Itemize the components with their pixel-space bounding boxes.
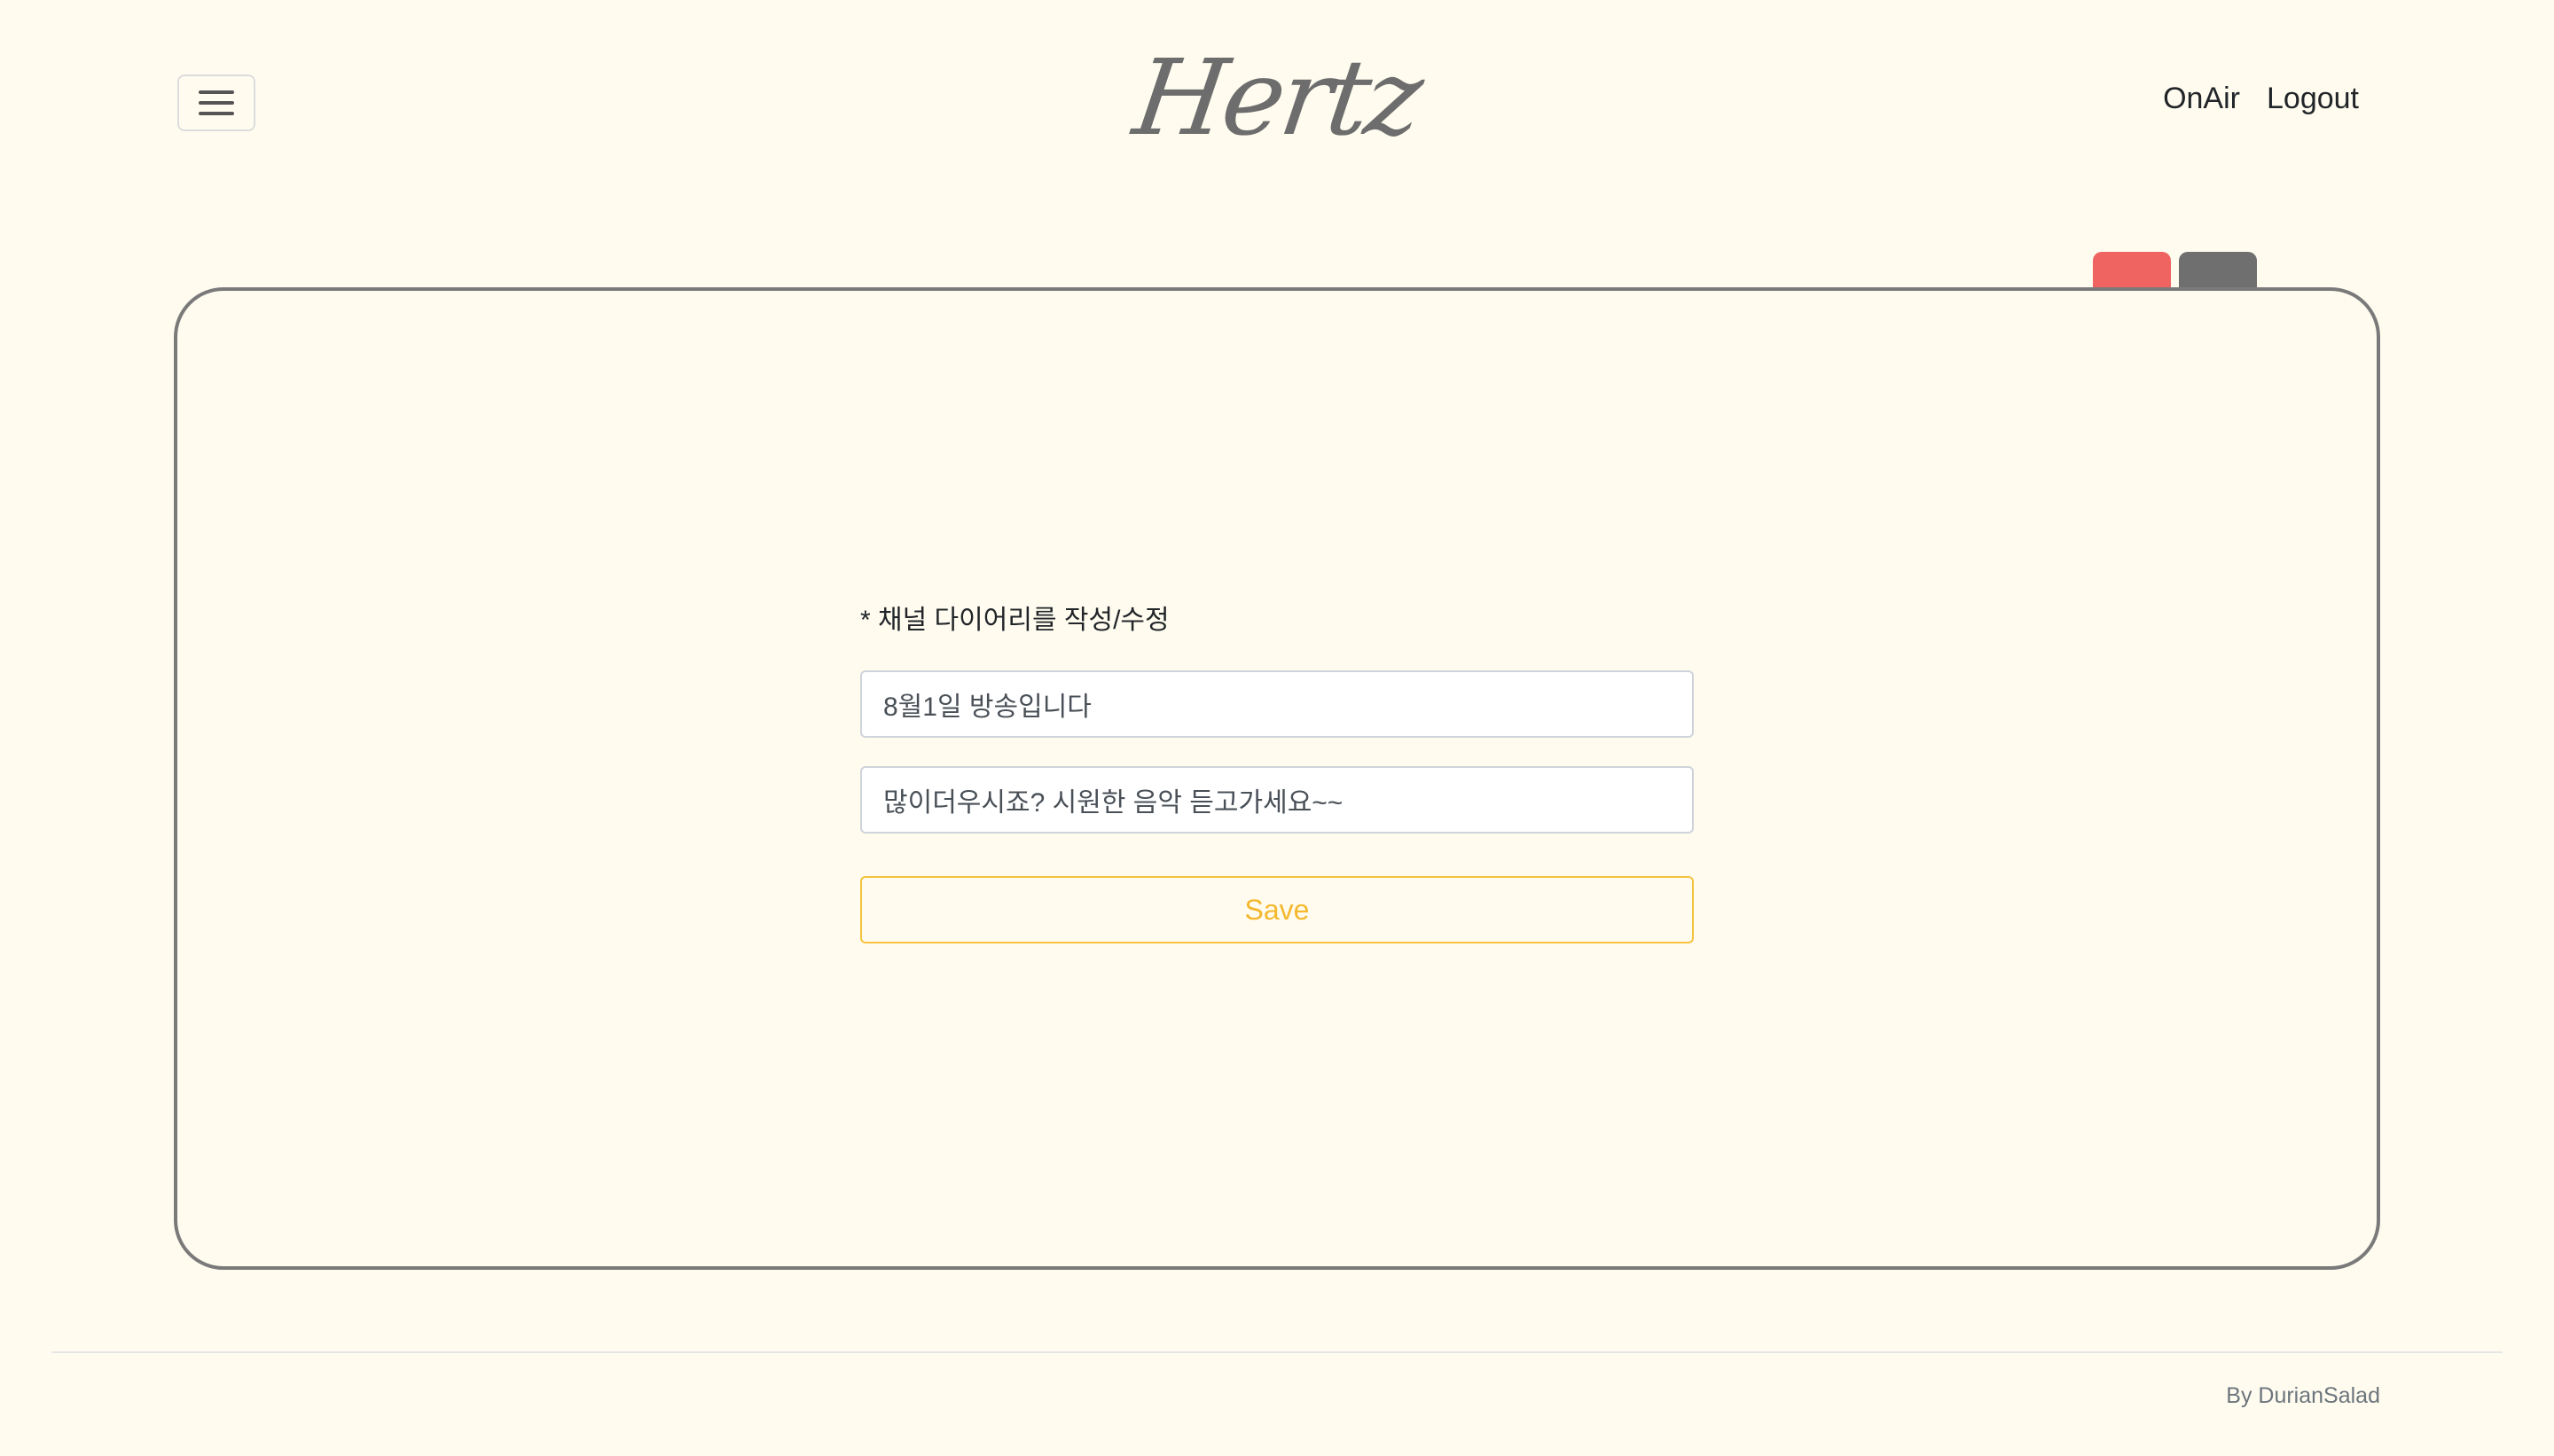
diary-form: * 채널 다이어리를 작성/수정 Save xyxy=(860,596,1694,943)
logo[interactable]: Hertz xyxy=(1127,35,1427,160)
save-button[interactable]: Save xyxy=(860,876,1694,943)
diary-title-input[interactable] xyxy=(860,670,1694,738)
menu-button[interactable] xyxy=(177,74,255,131)
logout-link[interactable]: Logout xyxy=(2267,82,2359,116)
footer-divider xyxy=(51,1351,2503,1353)
diary-content-input[interactable] xyxy=(860,766,1694,834)
form-label: * 채널 다이어리를 작성/수정 xyxy=(860,606,1170,635)
top-nav: OnAir Logout xyxy=(2163,82,2359,116)
hamburger-menu-icon xyxy=(199,89,234,117)
tab-red[interactable] xyxy=(2093,252,2171,291)
footer-credit: By DurianSalad xyxy=(2226,1383,2380,1408)
tab-gray[interactable] xyxy=(2179,252,2257,291)
onair-link[interactable]: OnAir xyxy=(2163,82,2240,116)
